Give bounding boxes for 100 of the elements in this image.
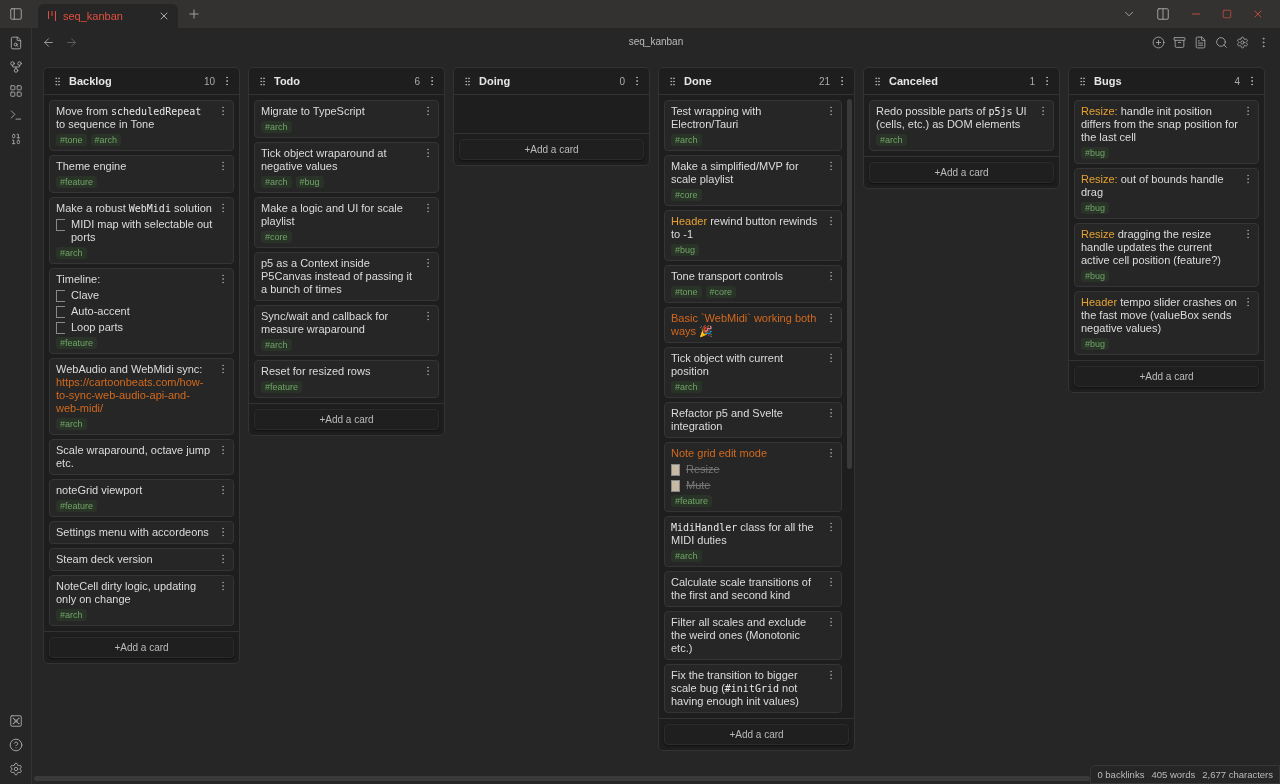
tag[interactable]: #feature [56, 337, 98, 349]
tag[interactable]: #tone [671, 286, 702, 298]
tag[interactable]: #arch [261, 176, 292, 188]
tag[interactable]: #arch [876, 134, 907, 146]
tag[interactable]: #arch [56, 247, 87, 259]
kanban-card[interactable]: Note grid edit mode Resize Mute #feature [664, 442, 842, 512]
add-icon[interactable] [1152, 35, 1165, 49]
add-card-button[interactable]: +Add a card [49, 637, 234, 658]
tag[interactable]: #arch [671, 134, 702, 146]
kanban-card[interactable]: Steam deck version [49, 548, 234, 571]
kanban-card[interactable]: Make a logic and UI for scale playlist #core [254, 197, 439, 248]
kanban-card[interactable]: Make a robust WebMidi solution MIDI map with selectable out ports #arch [49, 197, 234, 264]
tag[interactable]: #bug [671, 244, 700, 256]
kanban-card[interactable]: Reset for resized rows #feature [254, 360, 439, 398]
tab[interactable]: seq_kanban [38, 4, 178, 28]
drag-handle-icon[interactable] [872, 75, 883, 87]
tag[interactable]: #bug [1081, 202, 1110, 214]
kanban-card[interactable]: Header tempo slider crashes on the fast move (valueBox sends negative values) #bug [1074, 291, 1259, 355]
tag[interactable]: #arch [90, 134, 122, 146]
kanban-card[interactable]: Theme engine #feature [49, 155, 234, 193]
settings-icon[interactable] [8, 762, 23, 776]
tag[interactable]: #arch [671, 550, 702, 562]
archive-icon[interactable] [1173, 35, 1186, 49]
kanban-card[interactable]: noteGrid viewport #feature [49, 479, 234, 517]
close-icon[interactable] [158, 10, 170, 22]
tag[interactable]: #arch [671, 381, 702, 393]
tag[interactable]: #arch [261, 121, 292, 133]
tag[interactable]: #core [705, 286, 737, 298]
kanban-card[interactable]: Filter all scales and exclude the weird ones (Monotonic etc.) [664, 611, 842, 660]
split-view-icon[interactable] [1156, 7, 1170, 21]
sidebar-toggle-icon[interactable] [9, 7, 23, 21]
back-icon[interactable] [42, 35, 55, 49]
add-card-button[interactable]: +Add a card [869, 162, 1054, 183]
new-tab-icon[interactable] [187, 7, 201, 21]
terminal-icon[interactable] [8, 108, 23, 122]
settings-icon[interactable] [1236, 35, 1249, 49]
kanban-card[interactable]: Resize dragging the resize handle updates the current active cell position (feature?) #bug [1074, 223, 1259, 287]
kanban-card[interactable]: Test wrapping with Electron/Tauri #arch [664, 100, 842, 151]
tag[interactable]: #feature [261, 381, 303, 393]
tag[interactable]: #tone [56, 134, 87, 146]
grid-icon[interactable] [8, 84, 23, 98]
tag[interactable]: #bug [295, 176, 324, 188]
kanban-card[interactable]: Migrate to TypeScript #arch [254, 100, 439, 138]
add-card-button[interactable]: +Add a card [1074, 366, 1259, 387]
kanban-card[interactable]: Tone transport controls #tone #core [664, 265, 842, 303]
tag[interactable]: #arch [56, 609, 87, 621]
drag-handle-icon[interactable] [257, 75, 268, 87]
kanban-card[interactable]: NoteCell dirty logic, updating only on change #arch [49, 575, 234, 626]
add-card-button[interactable]: +Add a card [254, 409, 439, 430]
kanban-card[interactable]: Timeline: Clave Auto-accent Loop parts #feature [49, 268, 234, 354]
card-count: 4 [1234, 75, 1240, 87]
tag[interactable]: #feature [56, 500, 98, 512]
tag[interactable]: #feature [56, 176, 98, 188]
kanban-card[interactable]: WebAudio and WebMidi sync: https://cartoonbeats.com/how-to-sync-web-audio-api-and-web-midi/ #arch [49, 358, 234, 435]
kanban-card[interactable]: MidiHandler class for all the MIDI duties #arch [664, 516, 842, 567]
tag[interactable]: #core [261, 231, 292, 243]
tag[interactable]: #bug [1081, 270, 1110, 282]
tag[interactable]: #arch [261, 339, 292, 351]
kanban-card[interactable]: Refactor p5 and Svelte integration [664, 402, 842, 438]
help-icon[interactable] [8, 738, 23, 752]
link[interactable]: https://cartoonbeats.com/how-to-sync-web-audio-api-and-web-midi/ [56, 376, 213, 415]
drag-handle-icon[interactable] [52, 75, 63, 87]
kanban-card[interactable]: Tick object wraparound at negative values #arch #bug [254, 142, 439, 193]
kanban-card[interactable]: Settings menu with accordeons [49, 521, 234, 544]
kanban-card[interactable]: Tick object with current position #arch [664, 347, 842, 398]
tag[interactable]: #bug [1081, 338, 1110, 350]
add-card-button[interactable]: +Add a card [459, 139, 644, 160]
checkbox[interactable] [56, 290, 65, 302]
checkbox[interactable] [671, 464, 680, 476]
tag[interactable]: #core [671, 189, 702, 201]
tag[interactable]: #feature [671, 495, 713, 507]
tag[interactable]: #bug [1081, 147, 1110, 159]
kanban-card[interactable]: Scale wraparound, octave jump etc. [49, 439, 234, 475]
drag-handle-icon[interactable] [1077, 75, 1088, 87]
kanban-card[interactable]: Fix the transition to bigger scale bug (#initGrid not having enough init values) [664, 664, 842, 713]
search-icon[interactable] [1215, 35, 1228, 49]
checkbox[interactable] [671, 480, 680, 492]
kanban-card[interactable]: p5 as a Context inside P5Canvas instead of passing it a bunch of times [254, 252, 439, 301]
kanban-card[interactable]: Resize: handle init position differs from the snap position for the last cell #bug [1074, 100, 1259, 164]
checkbox[interactable] [56, 322, 65, 334]
kanban-card[interactable]: Basic `WebMidi` working both ways 🎉 [664, 307, 842, 343]
kanban-card[interactable]: Move from scheduledRepeat to sequence in Tone #tone #arch [49, 100, 234, 151]
checkbox[interactable] [56, 306, 65, 318]
maximize-icon[interactable] [1222, 9, 1232, 19]
checkbox[interactable] [56, 219, 65, 231]
drag-handle-icon[interactable] [667, 75, 678, 87]
kanban-card[interactable]: Sync/wait and callback for measure wraparound #arch [254, 305, 439, 356]
kanban-card[interactable]: Redo possible parts of p5js UI (cells, etc.) as DOM elements #arch [869, 100, 1054, 151]
kanban-card[interactable]: Resize: out of bounds handle drag #bug [1074, 168, 1259, 219]
file-icon[interactable] [1194, 35, 1207, 49]
scrollbar[interactable] [847, 99, 852, 469]
drag-handle-icon[interactable] [462, 75, 473, 87]
add-card-button[interactable]: +Add a card [664, 724, 849, 745]
tag[interactable]: #arch [56, 418, 87, 430]
kanban-card[interactable]: Header rewind button rewinds to -1 #bug [664, 210, 842, 261]
kanban-card[interactable]: Make a simplified/MVP for scale playlist #core [664, 155, 842, 206]
kanban-card[interactable]: Calculate scale transitions of the first and second kind [664, 571, 842, 607]
graph-icon[interactable] [8, 60, 23, 74]
file-search-icon[interactable] [8, 36, 23, 50]
forward-icon[interactable] [65, 35, 78, 49]
